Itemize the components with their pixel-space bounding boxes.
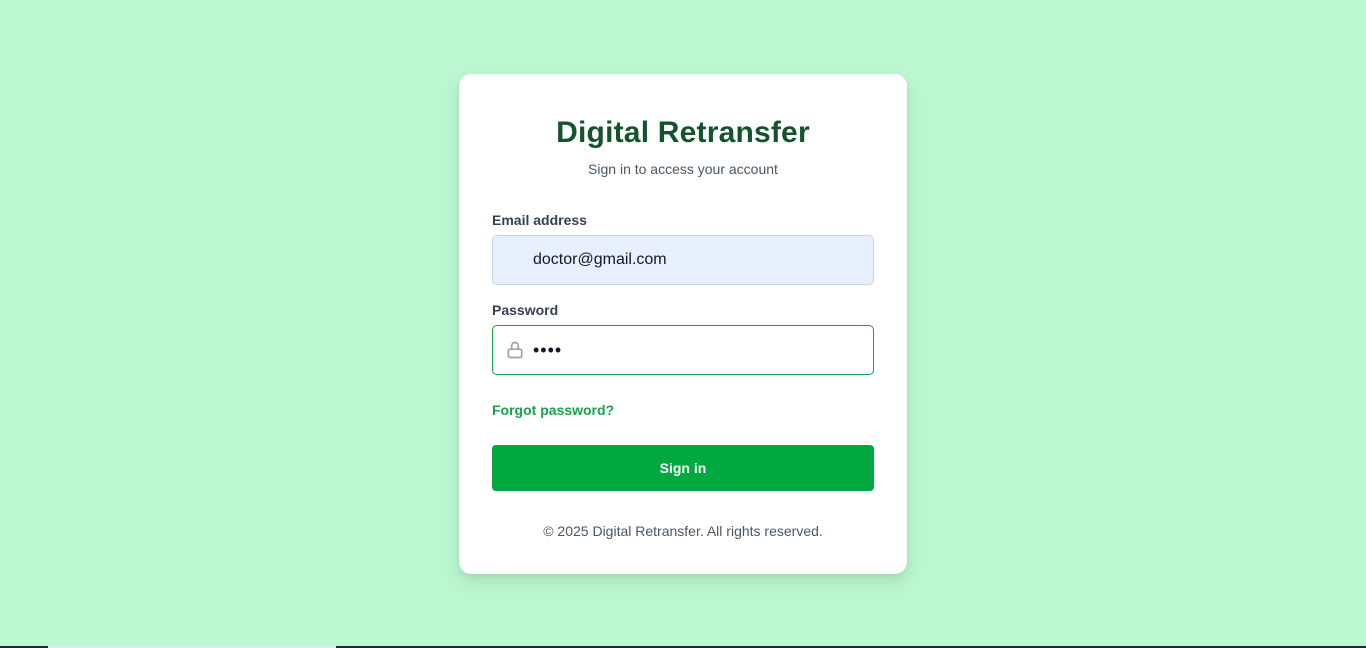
login-form: Email address Password Forgot password? … — [492, 211, 874, 491]
lock-icon — [507, 341, 523, 359]
footer-copyright: © 2025 Digital Retransfer. All rights re… — [543, 523, 823, 539]
password-label: Password — [492, 302, 559, 318]
login-card: Digital Retransfer Sign in to access you… — [459, 74, 907, 574]
email-label: Email address — [492, 212, 587, 228]
email-field[interactable] — [533, 236, 863, 284]
password-field-wrapper — [492, 325, 874, 375]
app-title: Digital Retransfer — [556, 116, 810, 149]
sign-in-button[interactable]: Sign in — [492, 445, 874, 491]
password-field[interactable] — [533, 326, 863, 374]
app-subtitle: Sign in to access your account — [588, 161, 778, 177]
forgot-password-link[interactable]: Forgot password? — [492, 401, 614, 419]
email-field-wrapper — [492, 235, 874, 285]
